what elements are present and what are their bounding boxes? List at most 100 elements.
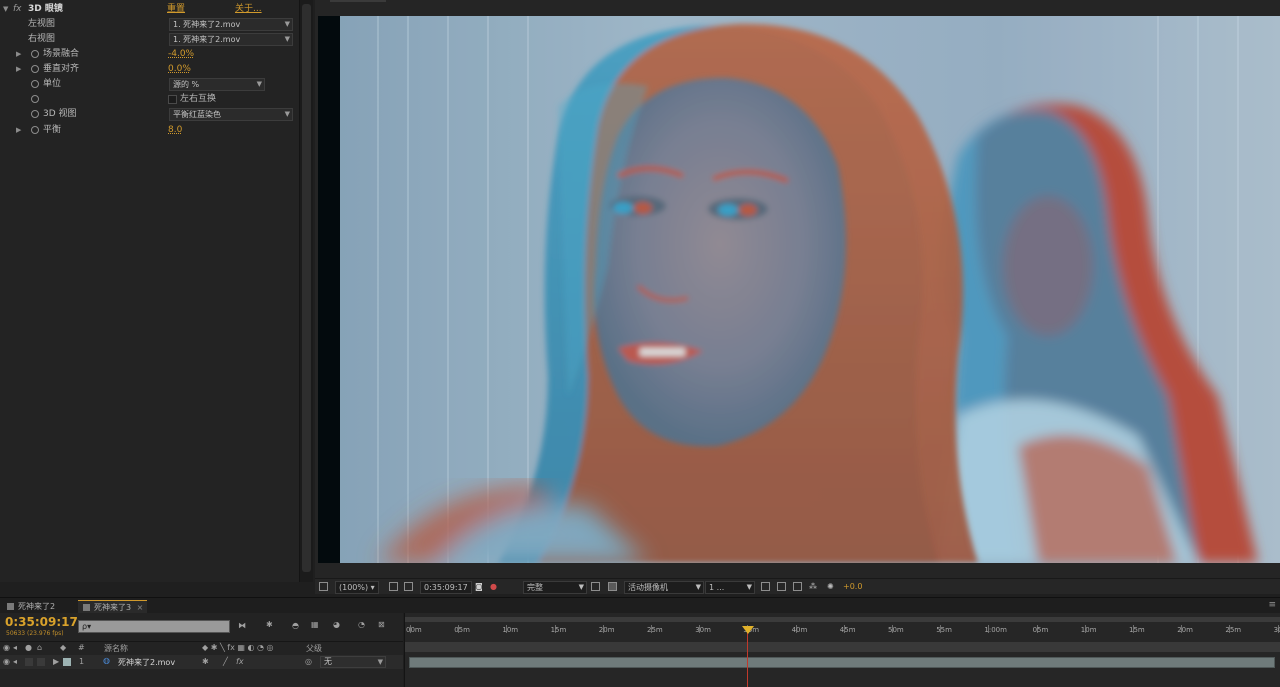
parent-dropdown[interactable]: 无 ▼	[320, 656, 386, 668]
flowchart-icon[interactable]: ⁂	[809, 581, 817, 592]
collapse-triangle-icon[interactable]: ▼	[3, 2, 8, 17]
stopwatch-icon[interactable]	[31, 50, 39, 58]
collapse-switch-icon[interactable]: ✱	[202, 657, 209, 666]
parent-pickwhip-icon[interactable]: ◎	[305, 657, 312, 666]
expand-triangle-icon[interactable]: ▶	[16, 62, 21, 77]
effect-controls-panel: ▼ fx 3D 眼镜 重置 关于... 左视图 1. 死神来了2.mov ▼ 右…	[0, 0, 313, 582]
stopwatch-icon[interactable]	[31, 110, 39, 118]
about-link[interactable]: 关于...	[235, 2, 262, 17]
source-name-header[interactable]: 源名称	[104, 643, 128, 654]
panel-menu-icon[interactable]: ≡	[1268, 600, 1276, 610]
scene-convergence-row: ▶ 场景融合 -4.0%	[0, 47, 298, 62]
close-icon[interactable]: ×	[134, 603, 144, 612]
always-preview-icon[interactable]	[319, 582, 328, 591]
chevron-down-icon: ▼	[695, 583, 701, 591]
solo-toggle[interactable]	[25, 658, 33, 666]
expand-triangle-icon[interactable]: ▶	[16, 47, 21, 62]
layer-name[interactable]: 死神来了2.mov	[118, 657, 175, 668]
visibility-icon[interactable]: ◉	[3, 657, 10, 666]
views-dropdown[interactable]: 1 ... ▼	[705, 581, 755, 594]
grid-icon[interactable]	[389, 582, 398, 591]
exposure-value[interactable]: +0.0	[843, 581, 862, 592]
playhead-handle-icon[interactable]	[742, 626, 754, 634]
lock-toggle[interactable]	[37, 658, 45, 666]
tab-composition-2[interactable]: 死神来了2	[2, 600, 59, 613]
ruler-label: 55m	[936, 626, 952, 634]
swap-row: 左右互换	[0, 92, 298, 107]
swap-label: 左右互换	[180, 94, 217, 104]
viewer-toolbar: (100%) ▾ 0:35:09:17 ◙ ● 完整 ▼ 活动摄像机 ▼ 1 ...…	[315, 578, 1280, 594]
parent-value: 无	[324, 657, 332, 666]
expand-triangle-icon[interactable]: ▶	[16, 123, 21, 138]
ruler-label: 15m	[1129, 626, 1145, 634]
solo-icon[interactable]: ●	[25, 643, 32, 652]
shy-layers-icon[interactable]: ◓	[292, 621, 299, 630]
lock-icon[interactable]: ⌂	[37, 643, 42, 652]
viewer-timecode[interactable]: 0:35:09:17	[420, 581, 472, 594]
time-ruler[interactable]: 00m 05m 10m 15m 20m 25m 30m 35m 40m 45m 50m 55m 1:00…	[405, 613, 1280, 639]
composition-canvas[interactable]	[318, 16, 1280, 563]
balance-row: ▶ 平衡 8.0	[0, 123, 298, 138]
camera-value: 活动摄像机	[628, 583, 668, 592]
scene-convergence-value[interactable]: -4.0%	[168, 47, 194, 62]
fast-preview-icon[interactable]	[777, 582, 786, 591]
layer-duration-bar[interactable]	[409, 657, 1275, 668]
exposure-icon[interactable]: ✺	[827, 581, 834, 592]
toggle-pixel-icon[interactable]	[761, 582, 770, 591]
label-icon[interactable]: ◆	[60, 643, 66, 652]
timeline-icon[interactable]	[793, 582, 802, 591]
stopwatch-icon[interactable]	[31, 126, 39, 134]
units-row: 单位 源的 % ▼	[0, 77, 298, 92]
layer-search-input[interactable]: ρ▾	[78, 620, 230, 633]
balance-value[interactable]: 8.0	[168, 123, 182, 138]
layer-row[interactable]: ◉ ◂ ▶ 1 ◍ 死神来了2.mov ✱ ╱ fx ◎ 无 ▼	[0, 655, 403, 669]
view-3d-dropdown[interactable]: 平衡红蓝染色 ▼	[169, 108, 293, 121]
chevron-down-icon: ▼	[377, 658, 383, 666]
chevron-down-icon: ▼	[256, 80, 262, 88]
graph-editor-icon[interactable]: ◔	[358, 620, 365, 629]
color-channel-icon[interactable]: ●	[490, 581, 497, 592]
layer-number-header: #	[78, 643, 85, 652]
effect-controls-scrollbar[interactable]	[299, 0, 313, 582]
stopwatch-icon[interactable]	[31, 65, 39, 73]
camera-snapshot-icon[interactable]: ◙	[475, 581, 483, 592]
expand-triangle-icon[interactable]: ▶	[53, 657, 59, 666]
resolution-dropdown[interactable]: 完整 ▼	[523, 581, 587, 594]
scrollbar-thumb[interactable]	[302, 4, 311, 572]
motion-blur-icon[interactable]: ◕	[333, 620, 340, 629]
visibility-icon[interactable]: ◉	[3, 643, 10, 652]
quality-switch-icon[interactable]: ╱	[223, 657, 228, 666]
draft-3d-icon[interactable]: ✱	[266, 620, 273, 629]
effect-name: 3D 眼镜	[28, 4, 63, 14]
ruler-label: 20m	[598, 626, 615, 634]
effect-switch-icon[interactable]: fx	[236, 657, 244, 666]
camera-dropdown[interactable]: 活动摄像机 ▼	[624, 581, 704, 594]
comp-duration-bar	[405, 642, 1280, 652]
units-dropdown[interactable]: 源的 % ▼	[169, 78, 265, 91]
zoom-dropdown[interactable]: (100%) ▾	[335, 581, 379, 594]
transparency-grid-icon[interactable]	[608, 582, 617, 591]
stopwatch-icon[interactable]	[31, 80, 39, 88]
label-color-swatch[interactable]	[63, 658, 71, 666]
left-view-label: 左视图	[28, 19, 56, 29]
ruler-label: 30m	[695, 626, 711, 634]
current-time-display[interactable]: 0:35:09:17	[5, 615, 78, 629]
vertical-align-value[interactable]: 0.0%	[168, 62, 191, 77]
tab-composition-3[interactable]: 死神来了3 ×	[78, 600, 148, 614]
frame-blending-icon[interactable]: ▦	[311, 620, 319, 629]
fx-icon[interactable]: fx	[13, 2, 22, 17]
reset-link[interactable]: 重置	[167, 2, 185, 17]
stopwatch-icon[interactable]	[31, 95, 39, 103]
right-view-dropdown[interactable]: 1. 死神来了2.mov ▼	[169, 33, 293, 46]
audio-icon[interactable]: ◂	[13, 657, 17, 666]
left-view-dropdown[interactable]: 1. 死神来了2.mov ▼	[169, 18, 293, 31]
mask-icon[interactable]	[404, 582, 413, 591]
ruler-label: 05m	[454, 626, 470, 634]
swap-checkbox[interactable]	[168, 95, 177, 104]
region-of-interest-icon[interactable]	[591, 582, 600, 591]
brainstorm-icon[interactable]: ⊠	[378, 620, 385, 629]
layer-header-row: ◉ ◂ ● ⌂ ◆ # 源名称 ◆ ✱ ╲ fx ▦ ◐ ◔ ◎ 父级	[0, 641, 403, 656]
audio-icon[interactable]: ◂	[13, 643, 17, 652]
playhead-line[interactable]	[747, 627, 748, 687]
composition-mini-flowchart-icon[interactable]: ⧓	[238, 621, 246, 630]
